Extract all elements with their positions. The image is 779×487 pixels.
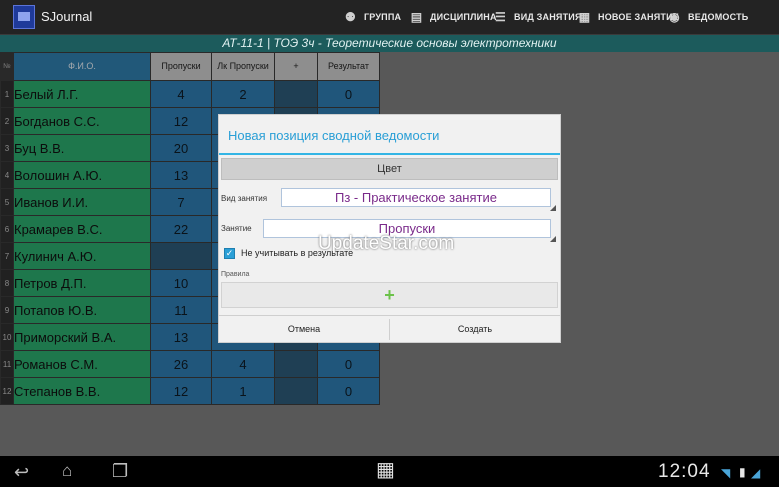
menu-statement-label: ВЕДОМОСТЬ bbox=[688, 12, 749, 22]
app-title: SJournal bbox=[41, 9, 93, 24]
group-discipline-header: АТ-11-1 | ТОЭ 3ч - Теоретические основы … bbox=[0, 35, 779, 52]
lesson-type-spinner[interactable]: Пз - Практическое занятие bbox=[281, 188, 556, 211]
rules-label: Правила bbox=[221, 271, 250, 278]
dialog-button-row: Отмена Создать bbox=[219, 315, 560, 343]
group-icon: ⚉ bbox=[345, 10, 356, 24]
dialog-title-divider bbox=[219, 153, 560, 155]
wifi-icon: ◥ bbox=[721, 466, 731, 480]
apps-grid-icon[interactable]: ▦ bbox=[376, 460, 395, 480]
color-button[interactable]: Цвет bbox=[221, 158, 558, 180]
eye-icon: ◉ bbox=[669, 10, 680, 24]
lesson-type-label: Вид занятия bbox=[221, 194, 268, 203]
menu-lesson-type[interactable]: ☰ ВИД ЗАНЯТИЯ bbox=[494, 9, 582, 25]
menu-new-lesson-label: НОВОЕ ЗАНЯТИЕ bbox=[598, 12, 679, 22]
menu-new-lesson[interactable]: ▦ НОВОЕ ЗАНЯТИЕ bbox=[578, 9, 679, 25]
status-clock: 12:04 bbox=[658, 461, 711, 482]
menu-discipline-label: ДИСЦИПЛИНА bbox=[430, 12, 497, 22]
new-statement-item-dialog: Новая позиция сводной ведомости Цвет Вид… bbox=[218, 114, 561, 343]
spinner-arrow-icon bbox=[550, 205, 556, 211]
menu-discipline[interactable]: ▤ ДИСЦИПЛИНА bbox=[410, 9, 497, 25]
home-icon[interactable]: ⌂ bbox=[62, 462, 72, 480]
lesson-type-value: Пз - Практическое занятие bbox=[335, 190, 497, 205]
watermark: UpdateStar.com bbox=[318, 233, 455, 254]
dialog-title: Новая позиция сводной ведомости bbox=[228, 128, 440, 143]
cancel-button[interactable]: Отмена bbox=[219, 316, 389, 343]
menu-statement[interactable]: ◉ ВЕДОМОСТЬ bbox=[668, 9, 748, 25]
app-icon[interactable] bbox=[13, 5, 35, 29]
list-icon: ☰ bbox=[495, 10, 506, 24]
create-button[interactable]: Создать bbox=[390, 316, 560, 343]
clipboard-icon: ▤ bbox=[410, 10, 423, 24]
spinner-arrow-icon bbox=[550, 236, 556, 242]
lesson-label: Занятие bbox=[221, 224, 252, 233]
menu-group-label: ГРУППА bbox=[364, 12, 402, 22]
ignore-result-checkbox[interactable]: ✓ bbox=[224, 248, 235, 259]
menu-lesson-type-label: ВИД ЗАНЯТИЯ bbox=[514, 12, 582, 22]
recent-apps-icon[interactable]: ❐ bbox=[112, 462, 128, 480]
menu-group[interactable]: ⚉ ГРУППА bbox=[344, 9, 401, 25]
action-bar: SJournal ⚉ ГРУППА ▤ ДИСЦИПЛИНА ☰ ВИД ЗАН… bbox=[0, 0, 779, 35]
add-rule-button[interactable]: + bbox=[221, 282, 558, 308]
back-icon[interactable]: ↩ bbox=[14, 463, 29, 481]
battery-icon: ▮ bbox=[739, 465, 746, 479]
grid-icon: ▦ bbox=[578, 10, 591, 24]
signal-icon: ◢ bbox=[751, 466, 761, 480]
